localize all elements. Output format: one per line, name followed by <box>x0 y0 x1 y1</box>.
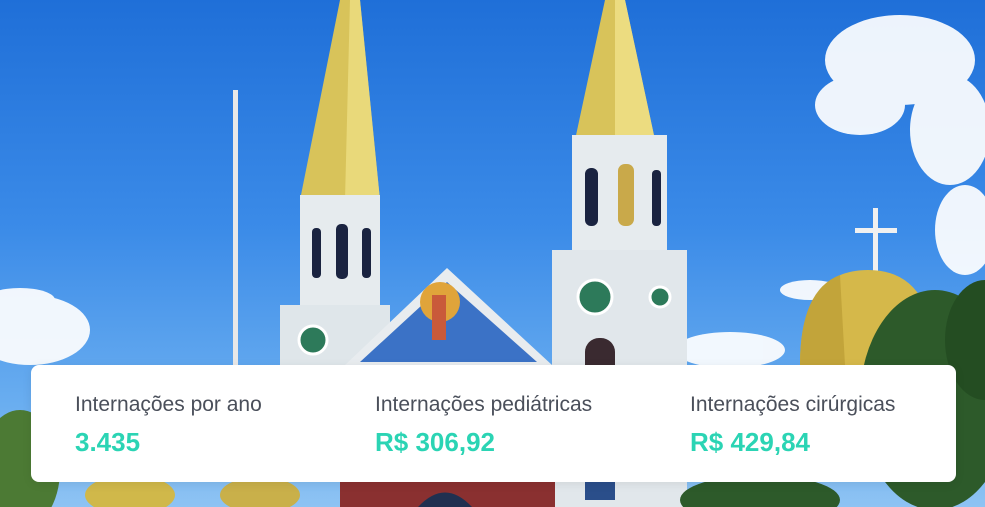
stat-label: Internações pediátricas <box>375 393 593 416</box>
flagpole <box>233 90 238 380</box>
left-tower <box>280 0 390 375</box>
stat-label: Internações por ano <box>75 393 262 416</box>
stat-value: 3.435 <box>75 427 141 457</box>
stat-label: Internações cirúrgicas <box>690 393 896 416</box>
stat-value: R$ 429,84 <box>690 427 810 457</box>
stat-value: R$ 306,92 <box>375 427 495 457</box>
hero-banner: Internações por ano 3.435 Internações pe… <box>0 0 985 507</box>
stat-internacoes-pediatricas: Internações pediátricas R$ 306,92 <box>375 393 592 457</box>
stat-internacoes-por-ano: Internações por ano 3.435 <box>75 393 262 457</box>
stats-card: Internações por ano 3.435 Internações pe… <box>31 365 956 482</box>
stat-internacoes-cirurgicas: Internações cirúrgicas R$ 429,84 <box>690 393 895 457</box>
